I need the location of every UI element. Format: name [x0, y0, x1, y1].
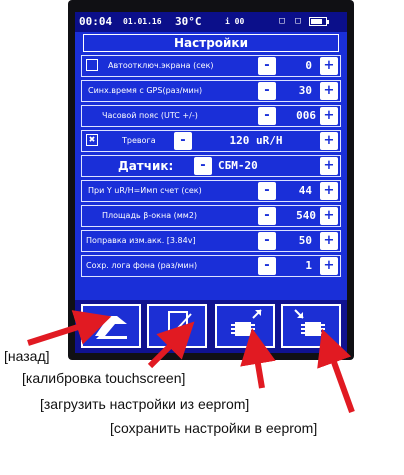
annotation-load: [загрузить настройки из eeprom] — [40, 396, 250, 412]
arrow-calibration — [147, 321, 195, 369]
annotation-save: [сохранить настройки в eeprom] — [110, 420, 318, 436]
arrow-back — [27, 310, 112, 346]
annotation-back: [назад] — [4, 348, 50, 364]
annotation-calibration: [калибровка touchscreen] — [22, 370, 186, 386]
arrow-load — [240, 328, 276, 389]
arrow-save — [317, 328, 355, 414]
